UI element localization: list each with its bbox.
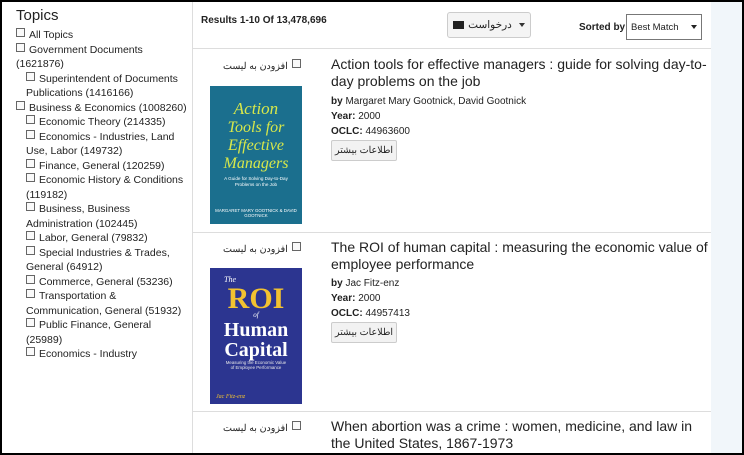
topic-business-economics[interactable]: Business & Economics (1008260) — [16, 100, 190, 116]
cover-human-text: Human — [224, 319, 288, 341]
checkbox[interactable] — [291, 242, 301, 251]
chevron-down-icon — [691, 25, 697, 29]
result-year: Year: 2000 — [331, 111, 381, 122]
topic-government-documents[interactable]: Government Documents (1621876) — [16, 42, 190, 72]
checkbox[interactable] — [26, 289, 35, 298]
result-oclc: OCLC: 44963600 — [331, 126, 410, 137]
cover-authors: Margaret Mary Gootnick & David Gootnick — [215, 208, 297, 219]
result-item: افزودن به لیست The ROI of Human Capital … — [193, 233, 711, 412]
checkbox[interactable] — [26, 231, 35, 240]
result-item: افزودن به لیست When abortion was a crime… — [193, 412, 711, 453]
cover-capital-text: Capital — [224, 339, 288, 361]
book-cover-image[interactable]: Action Tools for Effective Managers A Gu… — [210, 86, 302, 224]
checkbox[interactable] — [26, 158, 35, 168]
topic-economics-industry[interactable]: Economics - Industry — [16, 347, 190, 362]
checkbox[interactable] — [291, 59, 301, 68]
checkbox[interactable] — [26, 129, 35, 139]
checkbox[interactable] — [26, 274, 35, 284]
results-count: Results 1-10 Of 13,478,696 — [201, 15, 327, 26]
request-label: درخواست — [468, 19, 512, 31]
checkbox[interactable] — [26, 245, 35, 255]
result-title-link[interactable]: The ROI of human capital : measuring the… — [331, 239, 709, 272]
book-cover-image[interactable]: The ROI of Human Capital Measuring the E… — [210, 268, 302, 404]
cover-subtitle: Measuring the Economic Value of Employee… — [225, 360, 287, 371]
cover-title-line: Action — [233, 99, 278, 118]
result-title-link[interactable]: When abortion was a crime : women, medic… — [331, 418, 709, 451]
result-item: افزودن به لیست Action Tools for Effectiv… — [193, 49, 711, 233]
results-pane: Results 1-10 Of 13,478,696 درخواست Sorte… — [193, 2, 711, 453]
result-authors: by Margaret Mary Gootnick, David Gootnic… — [331, 96, 527, 107]
result-title-link[interactable]: Action tools for effective managers : gu… — [331, 56, 709, 89]
topic-economic-theory[interactable]: Economic Theory (214335) — [16, 115, 190, 130]
app-frame: Topics All Topics Government Documents (… — [0, 0, 744, 455]
checkbox[interactable] — [16, 100, 25, 110]
topic-superintendent-of-documents[interactable]: Superintendent of Documents Publications… — [16, 71, 190, 101]
topic-business-administration[interactable]: Business, Business Administration (10244… — [16, 202, 190, 231]
topic-commerce-general[interactable]: Commerce, General (53236) — [16, 274, 190, 290]
result-year: Year: 2000 — [331, 293, 381, 304]
cover-title-line: Tools for — [228, 119, 286, 136]
cover-author-text: Jac Fitz-enz — [216, 394, 246, 400]
topic-labor-general[interactable]: Labor, General (79832) — [16, 231, 190, 246]
add-to-list[interactable]: افزودن به لیست — [223, 421, 301, 434]
topic-economic-history[interactable]: Economic History & Conditions (119182) — [16, 173, 190, 202]
sort-select-value: Best Match — [631, 21, 679, 33]
cover-title-line: Effective — [227, 137, 284, 154]
topics-sidebar: Topics All Topics Government Documents (… — [16, 6, 190, 450]
topic-finance-general[interactable]: Finance, General (120259) — [16, 158, 190, 174]
topic-special-industries[interactable]: Special Industries & Trades, General (64… — [16, 245, 190, 275]
topic-transportation-communication[interactable]: Transportation & Communication, General … — [16, 289, 190, 318]
caret-down-icon — [518, 23, 525, 27]
topics-heading: Topics — [16, 7, 59, 24]
checkbox[interactable] — [26, 318, 35, 327]
checkbox[interactable] — [26, 202, 35, 211]
checkbox[interactable] — [16, 42, 25, 52]
more-info-button[interactable]: اطلاعات بیشتر — [331, 322, 397, 343]
checkbox[interactable] — [291, 421, 301, 430]
topic-public-finance[interactable]: Public Finance, General (25989) — [16, 318, 190, 347]
result-authors: by Jac Fitz-enz — [331, 278, 400, 289]
checkbox[interactable] — [26, 71, 35, 81]
topic-all-topics[interactable]: All Topics — [16, 28, 190, 43]
sorted-by-label: Sorted by: — [579, 22, 629, 33]
request-dropdown-button[interactable]: درخواست — [447, 12, 531, 38]
more-info-button[interactable]: اطلاعات بیشتر — [331, 140, 397, 161]
add-to-list[interactable]: افزودن به لیست — [223, 59, 301, 72]
checkbox[interactable] — [26, 347, 35, 356]
results-toolbar: Results 1-10 Of 13,478,696 درخواست Sorte… — [193, 2, 711, 49]
cover-title-line: Managers — [223, 155, 289, 172]
checkbox[interactable] — [26, 115, 35, 124]
add-to-list[interactable]: افزودن به لیست — [223, 242, 301, 255]
sort-select[interactable]: Best Match — [626, 14, 702, 40]
topic-economics-industries[interactable]: Economics - Industries, Land Use, Labor … — [16, 129, 190, 159]
envelope-icon — [453, 21, 465, 29]
checkbox[interactable] — [26, 173, 35, 182]
result-oclc: OCLC: 44957413 — [331, 308, 410, 319]
cover-subtitle: A Guide for Solving Day-to-Day Problems … — [224, 176, 288, 187]
right-margin-panel — [711, 2, 742, 453]
checkbox[interactable] — [16, 28, 25, 37]
